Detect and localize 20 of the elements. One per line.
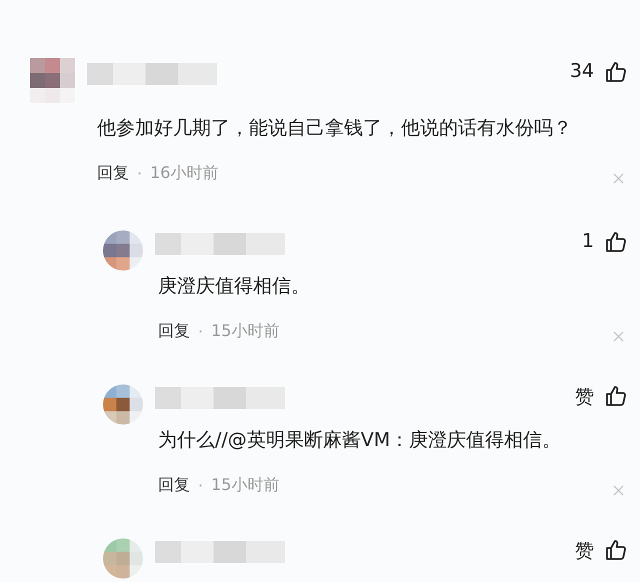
separator-dot: · xyxy=(137,164,142,183)
separator-dot: · xyxy=(198,476,204,495)
like-count: 34 xyxy=(570,60,594,82)
like-count: 赞 xyxy=(575,539,594,564)
timestamp: 15小时前 xyxy=(211,321,280,342)
separator-dot: · xyxy=(198,322,204,341)
thumbs-up-icon[interactable] xyxy=(604,384,628,408)
thumbs-up-icon[interactable] xyxy=(604,60,628,84)
reply-link[interactable]: 回复 xyxy=(158,475,190,496)
like-count: 赞 xyxy=(575,385,594,410)
reply-link[interactable]: 回复 xyxy=(97,163,129,184)
comment-text: 他参加好几期了，能说自己拿钱了，他说的话有水份吗？ xyxy=(97,116,573,141)
like-count: 1 xyxy=(582,230,594,252)
reply-link[interactable]: 回复 xyxy=(158,321,190,342)
timestamp: 16小时前 xyxy=(150,163,218,184)
timestamp: 15小时前 xyxy=(211,475,280,496)
comment-text: 庚澄庆值得相信。 xyxy=(158,274,311,299)
comment-text: 为什么//@英明果断麻酱VM：庚澄庆值得相信。 xyxy=(158,428,562,453)
thumbs-up-icon[interactable] xyxy=(604,230,628,254)
thumbs-up-icon[interactable] xyxy=(604,538,628,562)
